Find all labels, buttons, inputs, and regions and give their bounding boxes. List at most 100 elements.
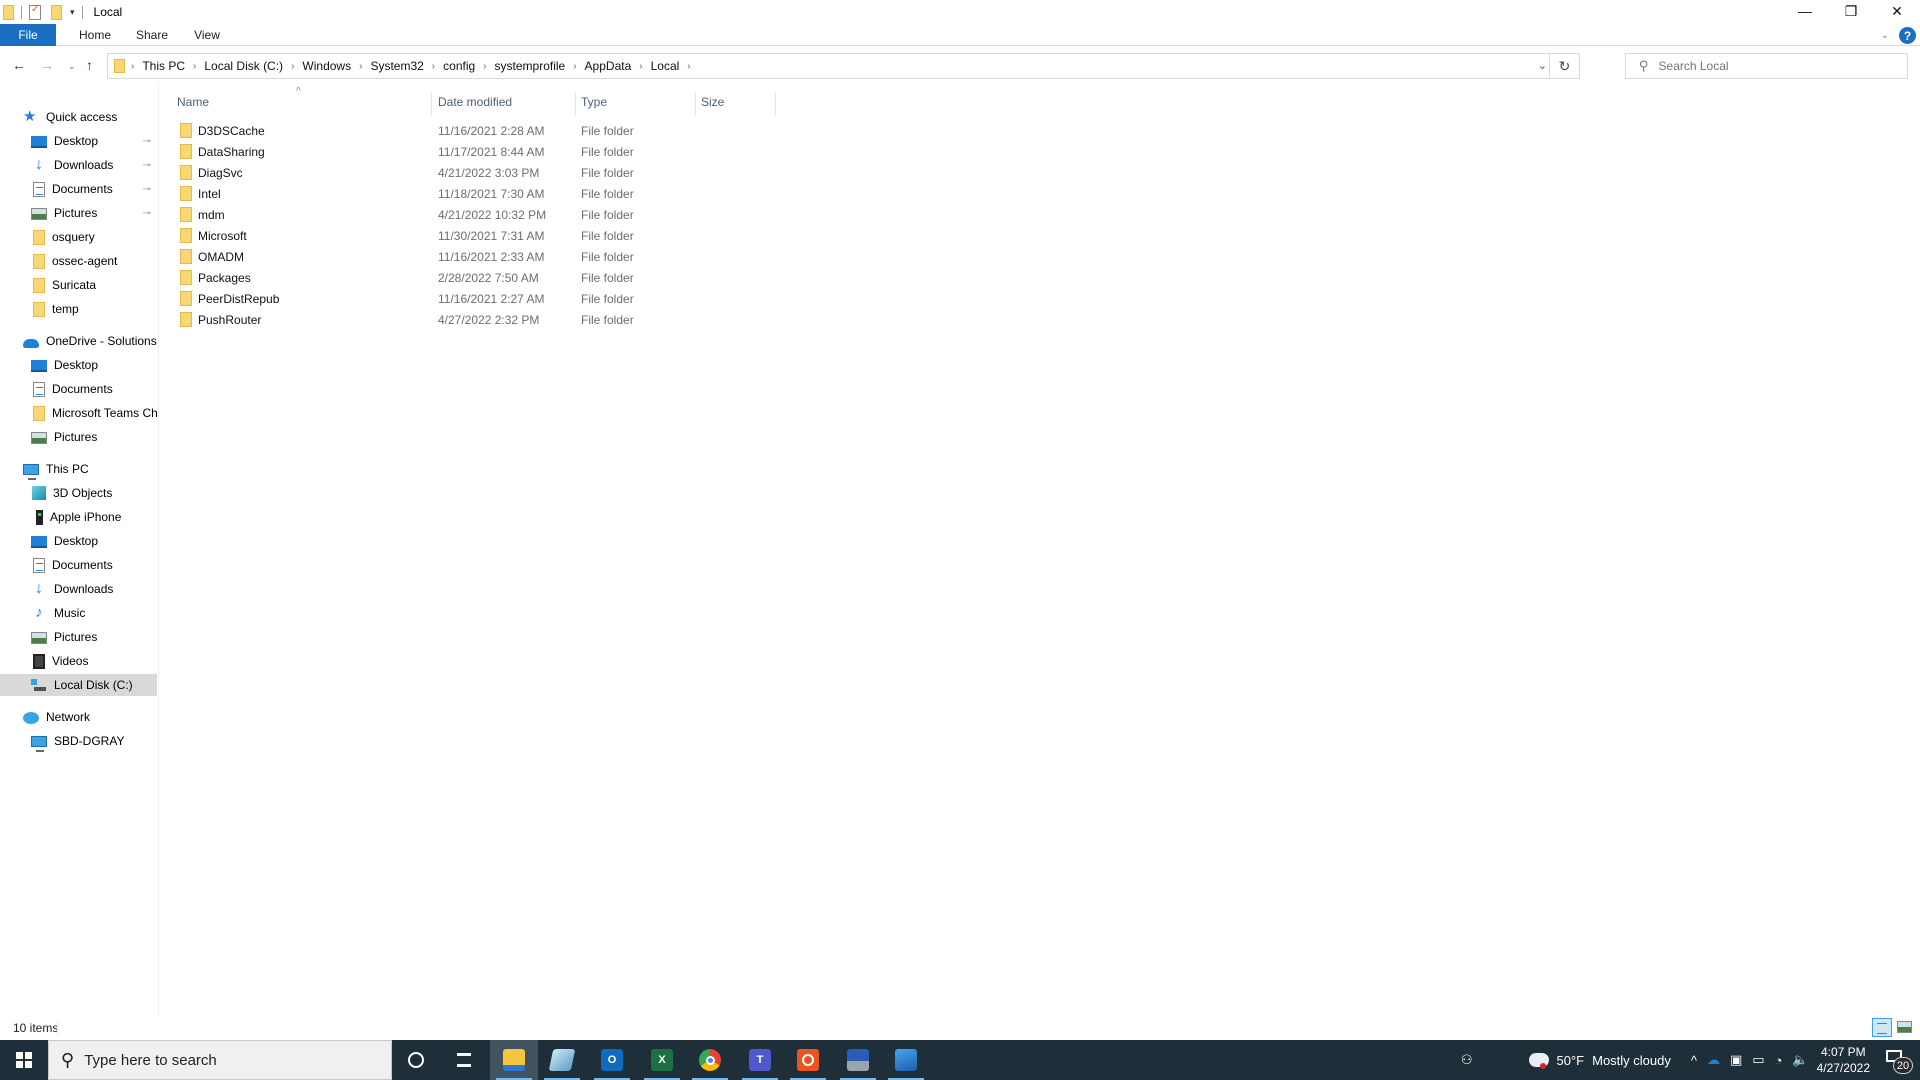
search-box[interactable]: ⚲ [1625,53,1908,79]
taskbar-app-chrome[interactable] [686,1040,734,1080]
sidebar-item-pc-pictures[interactable]: Pictures [0,626,157,648]
breadcrumb-separator[interactable]: › [359,61,362,72]
help-icon[interactable]: ? [1899,27,1916,44]
column-divider[interactable] [575,92,576,116]
tab-home[interactable]: Home [70,24,120,46]
file-row[interactable]: DiagSvc 4/21/2022 3:03 PM File folder [160,162,780,183]
customize-toolbar-dropdown-icon[interactable]: ▾ [70,7,75,18]
pin-icon[interactable]: ⊸ [143,184,151,195]
column-divider[interactable] [695,92,696,116]
sidebar-item-sbd-dgray[interactable]: SBD-DGRAY [0,730,157,752]
expand-ribbon-icon[interactable]: ⌄ [1881,30,1889,41]
taskbar-search-box[interactable]: ⚲ Type here to search [48,1040,392,1080]
breadcrumb-separator[interactable]: › [131,61,134,72]
breadcrumb-separator[interactable]: › [483,61,486,72]
sidebar-item-quick-access[interactable]: ★ Quick access [0,106,157,128]
close-button[interactable]: ✕ [1874,0,1920,22]
volume-icon[interactable]: 🔈 [1792,1052,1808,1068]
breadcrumb-this-pc[interactable]: This PC [142,59,185,73]
tab-view[interactable]: View [186,24,228,46]
taskbar-app-photos[interactable] [882,1040,930,1080]
file-row[interactable]: Intel 11/18/2021 7:30 AM File folder [160,183,780,204]
sidebar-item-videos[interactable]: Videos [0,650,157,672]
weather-temperature[interactable]: 50°F [1557,1053,1585,1068]
minimize-button[interactable]: — [1782,0,1828,22]
search-input[interactable] [1658,59,1879,73]
weather-icon[interactable] [1526,1048,1549,1069]
sidebar-item-downloads[interactable]: ↓ Downloads ⊸ [0,154,157,176]
taskbar-app-remote-desktop[interactable] [834,1040,882,1080]
sidebar-item-music[interactable]: ♪ Music [0,602,157,624]
sidebar-item-pc-desktop[interactable]: Desktop [0,530,157,552]
sidebar-item-desktop[interactable]: Desktop ⊸ [0,130,157,152]
address-bar[interactable]: › This PC › Local Disk (C:) › Windows › … [107,53,1580,79]
weather-condition[interactable]: Mostly cloudy [1592,1053,1671,1068]
taskbar-app-ubuntu[interactable] [784,1040,832,1080]
wifi-icon[interactable]: ◔ [1775,1053,1783,1068]
breadcrumb-config[interactable]: config [443,59,475,73]
back-arrow-icon[interactable]: ← [12,57,26,73]
sidebar-item-onedrive[interactable]: OneDrive - Solutions [0,330,157,352]
clock[interactable]: 4:07 PM 4/27/2022 [1817,1044,1870,1076]
sidebar-item-pc-documents[interactable]: Documents [0,554,157,576]
properties-icon[interactable] [29,4,41,20]
sidebar-item-onedrive-documents[interactable]: Documents [0,378,157,400]
column-divider[interactable] [431,92,432,116]
file-row[interactable]: Microsoft 11/30/2021 7:31 AM File folder [160,225,780,246]
sidebar-item-3d-objects[interactable]: 3D Objects [0,482,157,504]
sidebar-item-microsoft-teams-chat[interactable]: Microsoft Teams Ch [0,402,157,424]
new-folder-icon[interactable] [51,4,62,20]
sidebar-item-pc-downloads[interactable]: ↓ Downloads [0,578,157,600]
breadcrumb-separator[interactable]: › [432,61,435,72]
taskbar-app-file-explorer[interactable] [490,1040,538,1080]
pin-icon[interactable]: ⊸ [143,208,151,219]
column-header-name[interactable]: Name [177,92,427,112]
sidebar-item-pictures[interactable]: Pictures ⊸ [0,202,157,224]
sidebar-item-local-disk[interactable]: Local Disk (C:) [0,674,157,696]
details-view-icon[interactable] [1872,1018,1892,1037]
sidebar-item-onedrive-pictures[interactable]: Pictures [0,426,157,448]
file-row[interactable]: mdm 4/21/2022 10:32 PM File folder [160,204,780,225]
up-arrow-icon[interactable]: ↑ [86,57,93,73]
recent-locations-chevron-icon[interactable]: ⌄ [68,61,76,72]
battery-icon[interactable]: ▭ [1752,1052,1764,1068]
sidebar-item-suricata[interactable]: Suricata [0,274,157,296]
file-row[interactable]: OMADM 11/16/2021 2:33 AM File folder [160,246,780,267]
sidebar-item-network[interactable]: Network [0,706,157,728]
breadcrumb-separator[interactable]: › [193,61,196,72]
breadcrumb-separator[interactable]: › [573,61,576,72]
pin-icon[interactable]: ⊸ [143,136,151,147]
breadcrumb-local-disk[interactable]: Local Disk (C:) [204,59,283,73]
file-row[interactable]: D3DSCache 11/16/2021 2:28 AM File folder [160,120,780,141]
file-row[interactable]: PushRouter 4/27/2022 2:32 PM File folder [160,309,780,330]
large-icons-view-icon[interactable] [1897,1021,1912,1033]
breadcrumb-windows[interactable]: Windows [302,59,351,73]
refresh-icon[interactable]: ↻ [1549,54,1579,78]
breadcrumb-appdata[interactable]: AppData [585,59,632,73]
onedrive-icon[interactable]: ☁ [1707,1052,1720,1068]
column-header-size[interactable]: Size [701,92,771,112]
tab-file[interactable]: File [0,23,56,46]
address-history-chevron-icon[interactable]: ⌄ [1538,59,1547,72]
maximize-button[interactable]: ❐ [1828,0,1874,22]
file-row[interactable]: PeerDistRepub 11/16/2021 2:27 AM File fo… [160,288,780,309]
sidebar-item-temp[interactable]: temp [0,298,157,320]
task-view-button[interactable] [440,1040,488,1080]
file-row[interactable]: Packages 2/28/2022 7:50 AM File folder [160,267,780,288]
breadcrumb-separator[interactable]: › [687,61,690,72]
forward-arrow-icon[interactable]: → [40,57,54,73]
taskbar-app-notepad[interactable] [538,1040,586,1080]
breadcrumb-separator[interactable]: › [291,61,294,72]
breadcrumb-systemprofile[interactable]: systemprofile [495,59,566,73]
column-divider[interactable] [775,92,776,116]
column-header-date-modified[interactable]: Date modified [438,92,573,112]
file-row[interactable]: DataSharing 11/17/2021 8:44 AM File fold… [160,141,780,162]
action-center-button[interactable]: 20 [1884,1046,1913,1074]
breadcrumb-local[interactable]: Local [651,59,680,73]
sidebar-divider[interactable] [158,86,159,1016]
pin-icon[interactable]: ⊸ [143,160,151,171]
sidebar-item-apple-iphone[interactable]: Apple iPhone [0,506,157,528]
sidebar-item-ossec-agent[interactable]: ossec-agent [0,250,157,272]
taskbar-app-teams[interactable]: T [736,1040,784,1080]
breadcrumb-system32[interactable]: System32 [370,59,423,73]
